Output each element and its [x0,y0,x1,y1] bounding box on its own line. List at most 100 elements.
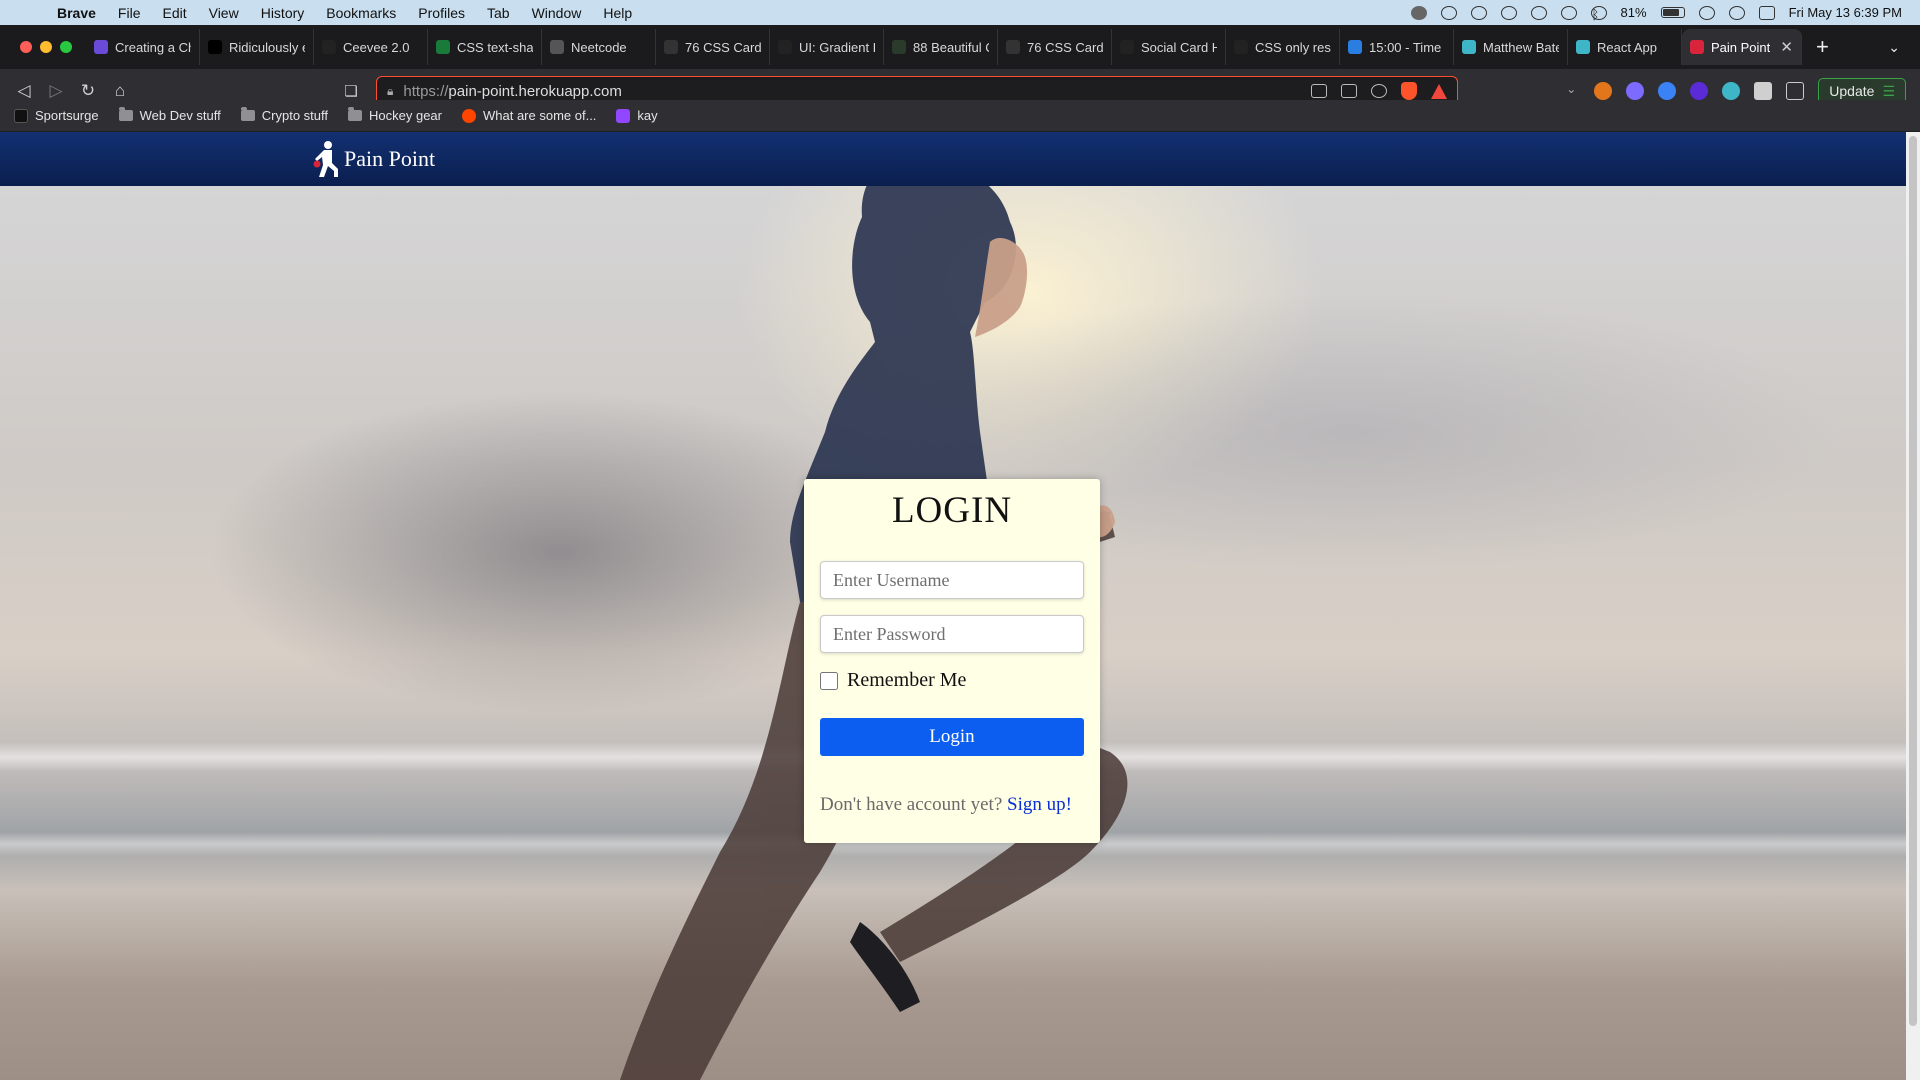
bookmark-reddit[interactable]: What are some of... [461,108,596,123]
menu-tab[interactable]: Tab [476,5,521,21]
key-icon[interactable] [1371,84,1387,98]
tab-item[interactable]: 15:00 - Time [1340,29,1454,65]
bluetooth-icon[interactable]: ᛒ [1590,5,1607,22]
menu-view[interactable]: View [198,5,250,21]
signup-link[interactable]: Sign up! [1007,794,1072,815]
codepen-icon [778,40,792,54]
twitch-icon [616,108,631,123]
tab-item[interactable]: Social Card H [1112,29,1226,65]
c-icon [322,40,336,54]
back-arrow-icon[interactable]: ◁ [8,81,40,101]
extension-violet-icon[interactable] [1690,82,1709,100]
menu-window[interactable]: Window [521,5,593,21]
qr-code-icon[interactable] [1341,84,1357,98]
bookmark-label: kay [637,108,658,123]
bookmark-page-icon[interactable]: ❏ [336,82,366,100]
signup-prompt-line: Don't have account yet? Sign up! [820,794,1072,816]
reload-icon[interactable]: ↻ [72,81,104,101]
info-status-icon[interactable] [1470,5,1487,20]
battery-percent: 81% [1620,5,1647,20]
web-page: Pain Point LOGIN Remember Me Login Don't… [0,132,1920,1080]
bookmark-dark-icon [892,40,906,54]
bookmark-folder-hockey[interactable]: Hockey gear [348,107,442,123]
bookmark-sportsurge[interactable]: Sportsurge [14,108,99,123]
username-input[interactable] [820,561,1084,599]
bookmark-label: Web Dev stuff [139,108,221,123]
menu-profiles[interactable]: Profiles [407,5,476,21]
close-tab-icon[interactable]: ✕ [1780,38,1793,56]
record-status-icon[interactable] [1410,5,1427,20]
headphones-icon[interactable] [1500,5,1517,20]
wallet-icon[interactable] [1786,82,1805,100]
tab-item[interactable]: 88 Beautiful C [884,29,998,65]
minimize-window-button[interactable] [40,41,52,53]
fullscreen-window-button[interactable] [60,41,72,53]
site-brand-link[interactable]: Pain Point [308,139,435,179]
site-header: Pain Point [0,132,1906,186]
extension-purple-icon[interactable] [1626,82,1645,100]
password-input[interactable] [820,615,1084,653]
lock-icon[interactable]: 🔒︎ [387,84,393,99]
purple-app-icon [94,40,108,54]
menu-file[interactable]: File [107,5,152,21]
control-center-icon[interactable] [1758,5,1775,20]
forward-arrow-icon[interactable]: ▷ [40,81,72,101]
url-host: pain-point.herokuapp.com [448,82,622,100]
bookmarks-bar: Sportsurge Web Dev stuff Crypto stuff Ho… [0,100,1920,132]
update-label: Update [1829,83,1875,99]
home-icon[interactable]: ⌂ [104,81,136,101]
tab-label: Pain Point [1711,39,1771,55]
page-scrollbar[interactable] [1906,132,1920,1080]
tab-search-chevron-icon[interactable]: ⌄ [1888,39,1920,56]
bookmark-kay[interactable]: kay [616,108,658,123]
play-icon[interactable] [1530,5,1547,20]
puzzle-extensions-icon[interactable] [1754,82,1773,100]
url-protocol: https:// [403,82,449,100]
tab-label: 88 Beautiful C [913,39,989,55]
menu-edit[interactable]: Edit [151,5,197,21]
tab-item[interactable]: CSS text-shad [428,29,542,65]
menu-clock[interactable]: Fri May 13 6:39 PM [1789,5,1902,20]
scrollbar-thumb[interactable] [1909,136,1917,1026]
arc-status-icon[interactable] [1440,5,1457,20]
brave-shields-icon[interactable] [1401,82,1417,100]
tab-item[interactable]: 76 CSS Cards [998,29,1112,65]
tab-item[interactable]: Creating a Ch [86,29,200,65]
tab-item[interactable]: CSS only resp [1226,29,1340,65]
react-icon [1576,40,1590,54]
chevron-down-icon[interactable]: ⌄ [1562,82,1580,100]
codepen-icon [1120,40,1134,54]
bookmark-folder-crypto[interactable]: Crypto stuff [240,107,328,123]
menu-bookmarks[interactable]: Bookmarks [315,5,407,21]
bookmark-folder-web-dev[interactable]: Web Dev stuff [118,107,221,123]
tab-pain-point[interactable]: Pain Point ✕ [1682,29,1802,65]
tab-label: 76 CSS Cards [1027,39,1103,55]
menu-help[interactable]: Help [592,5,643,21]
new-tab-button[interactable]: + [1802,34,1843,60]
login-button[interactable]: Login [820,718,1084,756]
remember-me-checkbox[interactable] [820,671,838,690]
brave-rewards-icon[interactable] [1431,83,1447,99]
app-menu-brave[interactable]: Brave [46,5,107,21]
tab-item[interactable]: 76 CSS Cards [656,29,770,65]
metamask-extension-icon[interactable] [1594,82,1613,100]
tab-item[interactable]: Neetcode [542,29,656,65]
tab-item[interactable]: React App [1568,29,1682,65]
folder-icon [240,107,255,121]
battery-icon[interactable] [1660,7,1685,18]
tab-label: Ceevee 2.0 [343,39,410,55]
cast-icon[interactable] [1311,84,1327,98]
menu-history[interactable]: History [250,5,316,21]
tab-item[interactable]: Ridiculously e [200,29,314,65]
spotlight-search-icon[interactable] [1728,5,1745,20]
airdrop-icon[interactable] [1560,5,1577,20]
close-window-button[interactable] [20,41,32,53]
dev-icon [208,40,222,54]
react-devtools-icon[interactable] [1722,82,1741,100]
tab-item[interactable]: Matthew Bate [1454,29,1568,65]
tab-item[interactable]: UI: Gradient B [770,29,884,65]
remember-me-control[interactable]: Remember Me [820,669,966,692]
wifi-icon[interactable] [1698,5,1715,20]
tab-item[interactable]: Ceevee 2.0 [314,29,428,65]
extension-blue-icon[interactable] [1658,82,1677,100]
